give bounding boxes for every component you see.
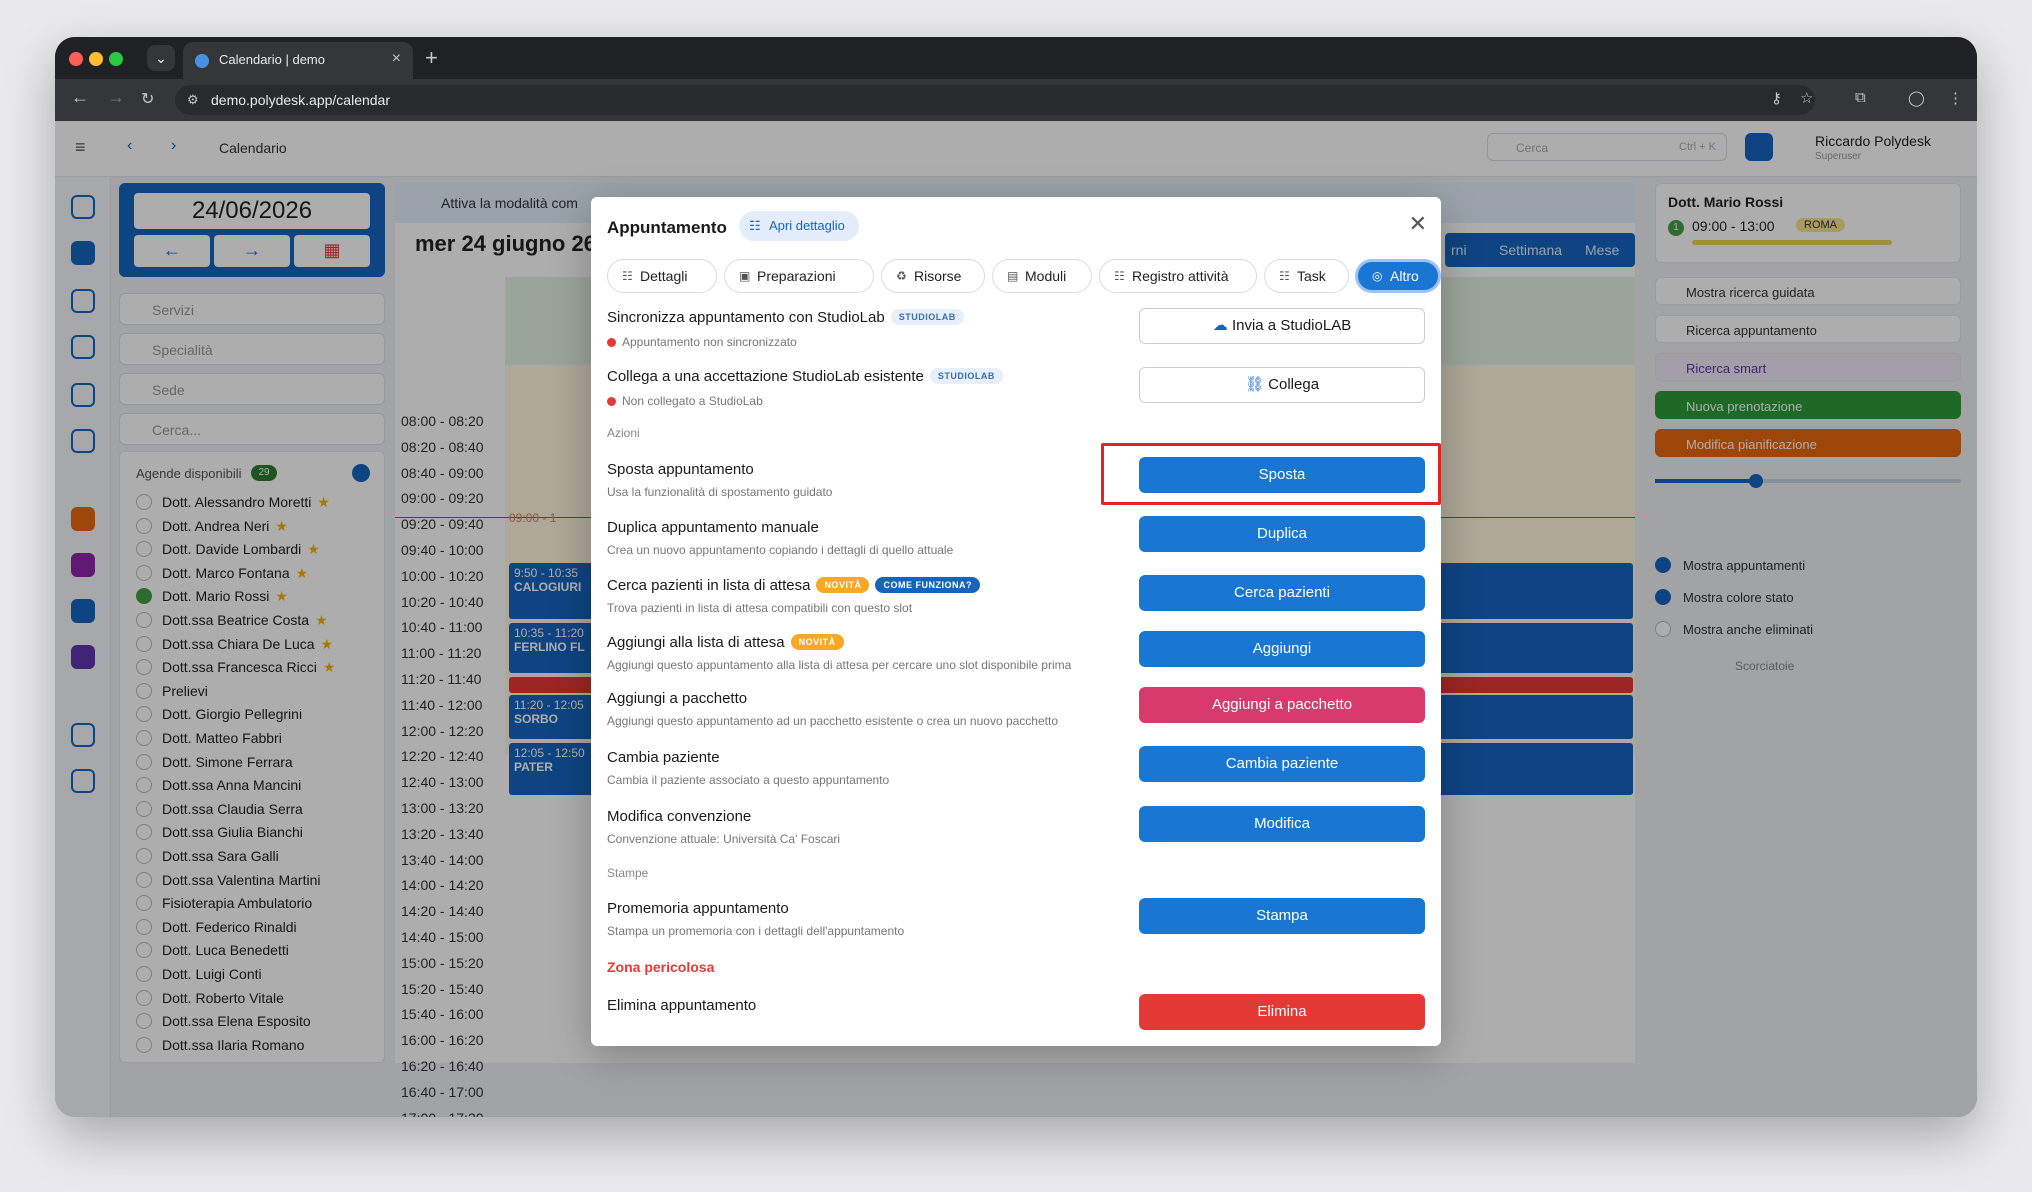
- studiolab-badge: STUDIOLAB: [890, 309, 964, 325]
- highlight-box: [1101, 443, 1441, 505]
- section-stampe: Stampe: [607, 866, 649, 880]
- new-badge: NOVITÀ: [816, 577, 870, 593]
- package-title: Aggiungi a pacchetto: [607, 690, 748, 707]
- browser-menu-icon[interactable]: ⋮: [1948, 89, 1963, 107]
- tab-registro-attivita[interactable]: ☷ Registro attività: [1099, 259, 1257, 293]
- extensions-icon[interactable]: ⧉: [1855, 89, 1866, 106]
- sync-title: Sincronizza appuntamento con StudioLab: [607, 309, 885, 326]
- change-patient-button[interactable]: Cambia paziente: [1139, 746, 1425, 782]
- edit-convention-button[interactable]: Modifica: [1139, 806, 1425, 842]
- link-button[interactable]: ⛓ Collega: [1139, 367, 1425, 403]
- waitlist-add-sub: Aggiungi questo appuntamento alla lista …: [607, 658, 1072, 672]
- sync-title-row: Sincronizza appuntamento con StudioLab ST…: [607, 309, 964, 326]
- waitlist-add-title: Aggiungi alla lista di attesa: [607, 634, 785, 651]
- add-waitlist-button[interactable]: Aggiungi: [1139, 631, 1425, 667]
- tab-search-button[interactable]: ⌄: [147, 45, 175, 71]
- status-dot-icon: [607, 397, 616, 406]
- waitlist-add-row: Aggiungi alla lista di attesa NOVITÀ: [607, 634, 844, 651]
- change-patient-title: Cambia paziente: [607, 749, 720, 766]
- add-package-button[interactable]: Aggiungi a pacchetto: [1139, 687, 1425, 723]
- reminder-sub: Stampa un promemoria con i dettagli dell…: [607, 924, 905, 938]
- tab-risorse[interactable]: ♻ Risorse: [881, 259, 985, 293]
- form-icon: ▤: [1007, 269, 1019, 283]
- how-it-works-badge[interactable]: COME FUNZIONA?: [875, 577, 980, 593]
- close-window-button[interactable]: [69, 52, 83, 66]
- browser-toolbar: ← → ↻ ⚙ demo.polydesk.app/calendar ⚷ ☆ ⧉…: [55, 79, 1977, 121]
- duplicate-button[interactable]: Duplica: [1139, 516, 1425, 552]
- move-title: Sposta appuntamento: [607, 461, 754, 478]
- waitlist-search-row: Cerca pazienti in lista di attesa NOVITÀ C…: [607, 577, 980, 594]
- sync-status: Appuntamento non sincronizzato: [607, 335, 797, 349]
- convention-title: Modifica convenzione: [607, 808, 752, 825]
- search-patients-button[interactable]: Cerca pazienti: [1139, 575, 1425, 611]
- detail-icon: ☷: [749, 218, 761, 233]
- close-modal-icon[interactable]: ✕: [1409, 213, 1427, 235]
- delete-button[interactable]: Elimina: [1139, 994, 1425, 1030]
- change-patient-sub: Cambia il paziente associato a questo ap…: [607, 773, 890, 787]
- tab-altro[interactable]: ◎ Altro: [1355, 259, 1441, 293]
- delete-title: Elimina appuntamento: [607, 997, 757, 1014]
- duplicate-sub: Crea un nuovo appuntamento copiando i de…: [607, 543, 954, 557]
- send-studiolab-button[interactable]: ☁ Invia a StudioLAB: [1139, 308, 1425, 344]
- bookmark-star-icon[interactable]: ☆: [1800, 89, 1813, 107]
- back-icon[interactable]: ←: [71, 87, 89, 108]
- box-icon: ▣: [739, 269, 751, 283]
- more-icon: ◎: [1372, 269, 1383, 283]
- modal-title: Appuntamento: [607, 218, 727, 237]
- browser-tab[interactable]: Calendario | demo ×: [183, 42, 413, 79]
- link-title: Collega a una accettazione StudioLab esi…: [607, 368, 924, 385]
- password-key-icon[interactable]: ⚷: [1771, 89, 1782, 107]
- link-status: Non collegato a StudioLab: [607, 394, 763, 408]
- resource-icon: ♻: [896, 269, 907, 283]
- tab-preparazioni[interactable]: ▣ Preparazioni: [724, 259, 874, 293]
- favicon-icon: [195, 54, 209, 68]
- link-title-row: Collega a una accettazione StudioLab esi…: [607, 368, 1003, 385]
- duplicate-title: Duplica appuntamento manuale: [607, 519, 819, 536]
- link-icon: ⛓: [1244, 376, 1269, 393]
- tab-task[interactable]: ☷ Task: [1264, 259, 1349, 293]
- print-button[interactable]: Stampa: [1139, 898, 1425, 934]
- studiolab-badge: STUDIOLAB: [929, 368, 1003, 384]
- new-tab-button[interactable]: +: [425, 45, 438, 71]
- convention-sub: Convenzione attuale: Università Ca' Fosc…: [607, 832, 841, 846]
- site-info-icon[interactable]: ⚙: [187, 92, 199, 108]
- task-icon: ☷: [1279, 269, 1290, 283]
- tab-strip: ⌄ Calendario | demo × +: [55, 37, 1977, 79]
- appointment-modal: Appuntamento ☷ Apri dettaglio ✕ ☷ Dettagli…: [591, 197, 1441, 1046]
- waitlist-search-title: Cerca pazienti in lista di attesa: [607, 577, 811, 594]
- package-sub: Aggiungi questo appuntamento ad un pacch…: [607, 714, 1058, 728]
- tab-title: Calendario | demo: [219, 52, 325, 67]
- minimize-window-button[interactable]: [89, 52, 103, 66]
- section-azioni: Azioni: [607, 426, 640, 440]
- reminder-title: Promemoria appuntamento: [607, 900, 789, 917]
- move-sub: Usa la funzionalità di spostamento guida…: [607, 485, 833, 499]
- url-text: demo.polydesk.app/calendar: [211, 92, 391, 108]
- reload-icon[interactable]: ↻: [141, 89, 154, 109]
- zoom-window-button[interactable]: [109, 52, 123, 66]
- waitlist-search-sub: Trova pazienti in lista di attesa compat…: [607, 601, 913, 615]
- tab-close-icon[interactable]: ×: [392, 50, 401, 68]
- danger-zone-title: Zona pericolosa: [607, 959, 715, 975]
- new-badge: NOVITÀ: [790, 634, 844, 650]
- profile-icon[interactable]: ◯: [1908, 89, 1925, 107]
- cloud-upload-icon: ☁: [1212, 317, 1232, 334]
- tab-dettagli[interactable]: ☷ Dettagli: [607, 259, 717, 293]
- open-detail-button[interactable]: ☷ Apri dettaglio: [739, 211, 859, 241]
- list-icon: ☷: [622, 269, 633, 283]
- status-dot-icon: [607, 338, 616, 347]
- log-icon: ☷: [1114, 269, 1125, 283]
- address-bar[interactable]: ⚙ demo.polydesk.app/calendar: [175, 85, 1815, 115]
- tab-moduli[interactable]: ▤ Moduli: [992, 259, 1092, 293]
- forward-icon[interactable]: →: [107, 87, 125, 108]
